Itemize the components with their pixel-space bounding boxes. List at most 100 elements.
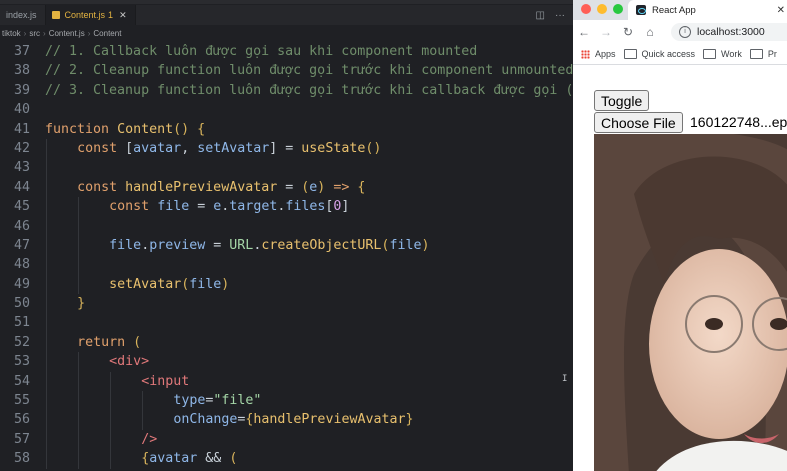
indent-guide — [78, 410, 80, 430]
code-text: <input — [141, 372, 189, 391]
indent-guide — [46, 410, 47, 430]
tab-content-js[interactable]: Content.js 1 ✕ — [45, 5, 136, 25]
line-number: 43 — [13, 160, 30, 176]
portrait-photo — [594, 134, 787, 471]
code-token: URL — [229, 237, 254, 253]
folder-icon — [623, 49, 637, 59]
breadcrumb-item[interactable]: Content.js — [49, 29, 85, 38]
line-number: 47 — [13, 237, 30, 253]
editor-actions: ◫ ··· — [536, 10, 565, 21]
bookmark-label: Apps — [595, 49, 616, 59]
line-number: 38 — [13, 63, 30, 79]
breadcrumb-item[interactable]: tiktok — [2, 29, 21, 38]
code-text: const file = e.target.files[0] — [109, 197, 349, 216]
indent-guide — [78, 216, 80, 236]
code-token: handlePreviewAvatar — [125, 179, 278, 195]
code-token: file — [389, 237, 422, 253]
line-number: 46 — [13, 218, 30, 234]
indent-guide — [46, 255, 47, 275]
code-token: ] = — [269, 140, 302, 156]
code-token: ] — [341, 199, 350, 215]
reload-icon[interactable]: ↻ — [617, 25, 639, 39]
indent-guide — [78, 429, 80, 450]
line-number: 37 — [13, 44, 30, 59]
choose-file-button[interactable]: Choose File — [594, 112, 683, 133]
code-token: () { — [173, 121, 206, 137]
code-editor: index.js Content.js 1 ✕ ◫ ··· tiktok › sr… — [0, 0, 573, 471]
folder-icon — [749, 49, 763, 59]
problem-count: 1 — [108, 10, 114, 20]
code-token: = — [205, 237, 230, 253]
chevron-right-icon: › — [43, 28, 46, 38]
indent-guide — [78, 371, 80, 392]
indent-guide — [78, 255, 80, 275]
indent-guide — [142, 410, 144, 430]
indent-guide — [46, 391, 47, 411]
code-text: /> — [141, 430, 157, 449]
tab-label: Content.js — [64, 10, 106, 20]
line-number: 51 — [13, 315, 30, 331]
code-token: file — [189, 276, 222, 292]
bookmark-work[interactable]: Work — [703, 49, 742, 59]
breadcrumb-item[interactable]: Content — [93, 29, 121, 38]
close-icon[interactable]: ✕ — [777, 5, 785, 16]
indent-guide — [46, 429, 47, 450]
code-line: 52 return ( — [0, 332, 573, 353]
info-icon[interactable]: i — [679, 26, 691, 38]
code-token: const — [109, 199, 158, 215]
code-token: () — [365, 140, 382, 156]
maximize-window-icon[interactable] — [613, 4, 623, 14]
code-token: onChange — [173, 412, 238, 428]
line-number: 49 — [13, 276, 30, 292]
indent-guide — [78, 449, 80, 469]
line-number: 57 — [13, 431, 30, 447]
browser-tab[interactable]: React App ✕ — [628, 0, 787, 20]
more-actions-icon[interactable]: ··· — [555, 10, 565, 21]
code-token: ) — [421, 237, 430, 253]
minimize-window-icon[interactable] — [597, 4, 607, 14]
toggle-button[interactable]: Toggle — [594, 90, 650, 111]
bookmark-quick-access[interactable]: Quick access — [623, 49, 695, 59]
code-area[interactable]: 37 // 1. Callback luôn được gọi sau khi c… — [0, 42, 573, 469]
close-window-icon[interactable] — [581, 4, 591, 14]
code-line: 54 <input — [0, 371, 573, 392]
code-token: "file" — [213, 393, 262, 409]
indent-guide — [78, 352, 80, 372]
indent-guide — [78, 197, 80, 217]
code-token: function — [45, 121, 118, 137]
code-line: 38 // 2. Cleanup function luôn được gọi t… — [0, 61, 573, 80]
code-token: target — [229, 199, 278, 215]
close-icon[interactable]: ✕ — [119, 10, 127, 21]
code-token: } — [77, 296, 86, 312]
home-icon[interactable]: ⌂ — [639, 25, 661, 39]
web-page: Toggle Choose File 160122748...ep — [573, 65, 787, 471]
indent-guide — [110, 429, 112, 450]
code-token: type — [173, 393, 206, 409]
code-token: && — [197, 451, 230, 467]
code-text: setAvatar(file) — [109, 275, 229, 294]
code-token: { — [357, 179, 366, 195]
code-text: // 3. Cleanup function luôn được gọi trư… — [45, 81, 573, 100]
line-number: 52 — [13, 334, 30, 350]
bookmark-apps[interactable]: Apps — [581, 49, 616, 59]
bookmark-folder[interactable]: Pr — [749, 49, 777, 59]
code-line: 41 function Content() { — [0, 120, 573, 139]
code-token: = — [277, 179, 302, 195]
code-line: 49 setAvatar(file) — [0, 274, 573, 295]
line-number: 53 — [13, 354, 30, 370]
split-editor-icon[interactable]: ◫ — [536, 10, 545, 21]
code-token: ( — [133, 334, 142, 350]
breadcrumb-item[interactable]: src — [29, 29, 40, 38]
code-text: file.preview = URL.createObjectURL(file) — [109, 236, 429, 255]
back-arrow-icon[interactable]: ← — [573, 25, 595, 39]
line-number: 48 — [13, 257, 30, 273]
code-token: [ — [125, 140, 134, 156]
browser-tab-title: React App — [652, 4, 696, 16]
editor-tab-bar: index.js Content.js 1 ✕ ◫ ··· — [0, 5, 573, 25]
code-line: 43 — [0, 158, 573, 178]
address-bar[interactable]: i localhost:3000 — [671, 23, 787, 41]
forward-arrow-icon[interactable]: → — [595, 25, 617, 39]
code-text: <div> — [109, 352, 149, 371]
tab-index-js[interactable]: index.js — [0, 5, 46, 25]
code-line: 37 // 1. Callback luôn được gọi sau khi c… — [0, 42, 573, 61]
